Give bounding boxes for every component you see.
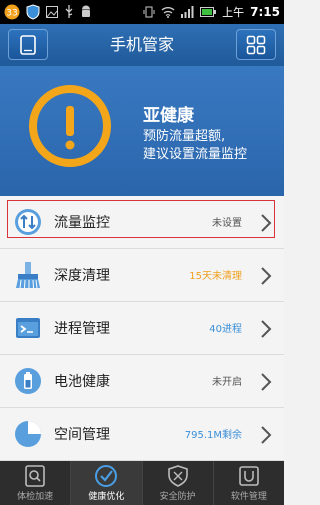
- software-icon: [239, 466, 259, 486]
- list-item-storage-manager[interactable]: 空间管理 795.1M剩余: [0, 408, 284, 461]
- list-item-deep-clean[interactable]: 深度清理 15天未清理: [0, 249, 284, 302]
- list-item-battery-health[interactable]: 电池健康 未开启: [0, 355, 284, 408]
- status-bar: 33 上午 7:15: [0, 0, 284, 24]
- ampm: 上午: [222, 6, 245, 19]
- svg-text:33: 33: [6, 9, 17, 19]
- chevron-right-icon: [261, 373, 272, 391]
- chevron-right-icon: [261, 214, 272, 232]
- tab-label: 体检加速: [17, 492, 54, 502]
- item-status: 15天未清理: [189, 271, 242, 282]
- android-icon: [82, 5, 90, 17]
- bottom-tab-bar: 体检加速 健康优化 安全防护 软件管理: [0, 461, 284, 505]
- tab-label: 健康优化: [88, 492, 125, 502]
- image-icon: [46, 6, 58, 18]
- notification-badge-icon: 33: [4, 4, 20, 20]
- item-label: 深度清理: [54, 268, 110, 284]
- item-label: 进程管理: [54, 321, 110, 337]
- magnifier-icon: [25, 465, 45, 487]
- item-label: 空间管理: [54, 427, 110, 443]
- tab-checkup-speedup[interactable]: 体检加速: [0, 461, 70, 505]
- battery-status-icon: [200, 7, 217, 17]
- shield-icon: [167, 465, 188, 487]
- list-item-process-manager[interactable]: 进程管理 40进程: [0, 302, 284, 355]
- health-status-title: 亚健康: [143, 106, 194, 126]
- list-item-traffic-monitor[interactable]: 流量监控 未设置: [0, 196, 284, 249]
- tab-software-manager[interactable]: 软件管理: [212, 461, 284, 505]
- item-status: 40进程: [209, 324, 242, 335]
- traffic-icon: [15, 209, 41, 235]
- grid-icon: [246, 35, 266, 54]
- optimization-list: 流量监控 未设置 深度清理 15天未清理 进程管理 40进程 电池健康 未开启 …: [0, 196, 284, 461]
- storage-icon: [15, 421, 41, 447]
- tab-label: 安全防护: [159, 492, 196, 502]
- item-label: 流量监控: [54, 215, 110, 231]
- shield-status-icon: [26, 4, 40, 20]
- process-icon: [16, 318, 40, 338]
- grid-menu-button[interactable]: [236, 29, 276, 60]
- item-label: 电池健康: [54, 374, 110, 390]
- health-status-line1: 预防流量超额,: [143, 129, 226, 144]
- clock-time: 7:15: [250, 5, 280, 19]
- vibrate-icon: [143, 6, 155, 18]
- chevron-right-icon: [261, 267, 272, 285]
- health-status-banner: 亚健康 预防流量超额, 建议设置流量监控: [0, 66, 284, 196]
- signal-icon: [181, 6, 194, 18]
- checkmark-icon: [95, 465, 118, 487]
- battery-icon: [15, 368, 41, 394]
- title-bar: 手机管家: [0, 24, 284, 66]
- tab-security-protection[interactable]: 安全防护: [141, 461, 213, 505]
- chevron-right-icon: [261, 320, 272, 338]
- chevron-right-icon: [261, 426, 272, 444]
- item-status: 未开启: [212, 377, 242, 388]
- broom-icon: [16, 262, 40, 289]
- item-status: 未设置: [212, 218, 242, 229]
- wifi-icon: [161, 7, 175, 18]
- tab-health-optimize[interactable]: 健康优化: [70, 461, 142, 505]
- warning-icon: [29, 85, 111, 167]
- usb-icon: [65, 5, 73, 18]
- health-status-line2: 建议设置流量监控: [143, 147, 248, 162]
- tab-label: 软件管理: [230, 492, 267, 502]
- item-status: 795.1M剩余: [184, 430, 242, 441]
